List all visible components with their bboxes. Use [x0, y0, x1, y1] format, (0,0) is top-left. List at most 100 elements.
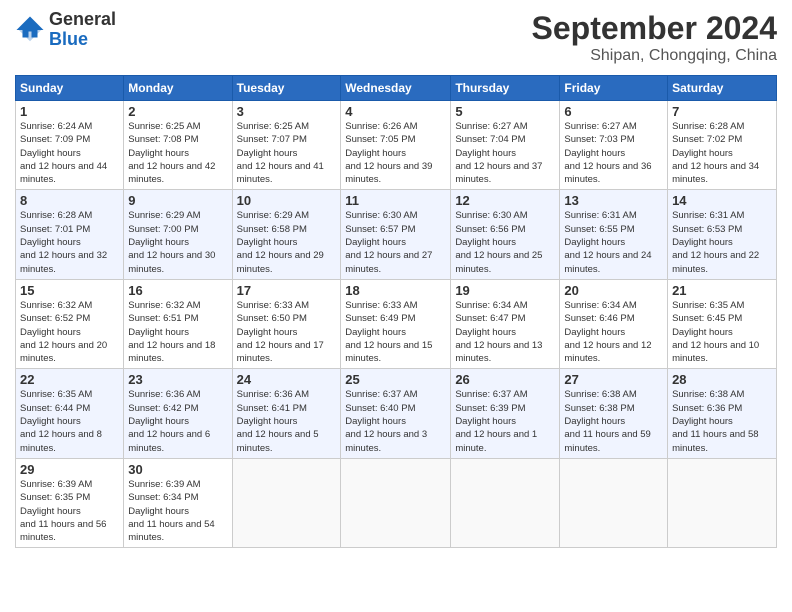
- day-info: Sunrise: 6:25 AM Sunset: 7:08 PM Dayligh…: [128, 120, 227, 186]
- day-number: 27: [564, 372, 663, 387]
- day-info: Sunrise: 6:34 AM Sunset: 6:46 PM Dayligh…: [564, 299, 663, 365]
- day-number: 12: [455, 193, 555, 208]
- day-info: Sunrise: 6:38 AM Sunset: 6:36 PM Dayligh…: [672, 388, 772, 454]
- day-number: 23: [128, 372, 227, 387]
- month-title: September 2024: [532, 10, 777, 47]
- logo-general: General: [49, 10, 116, 30]
- day-info: Sunrise: 6:39 AM Sunset: 6:35 PM Dayligh…: [20, 478, 119, 544]
- header-saturday: Saturday: [668, 76, 777, 101]
- day-number: 5: [455, 104, 555, 119]
- calendar-cell-20: 20 Sunrise: 6:34 AM Sunset: 6:46 PM Dayl…: [560, 279, 668, 368]
- day-info: Sunrise: 6:38 AM Sunset: 6:38 PM Dayligh…: [564, 388, 663, 454]
- day-info: Sunrise: 6:31 AM Sunset: 6:53 PM Dayligh…: [672, 209, 772, 275]
- calendar-cell-1: 1 Sunrise: 6:24 AM Sunset: 7:09 PM Dayli…: [16, 101, 124, 190]
- day-number: 25: [345, 372, 446, 387]
- day-number: 9: [128, 193, 227, 208]
- calendar-week-5: 29 Sunrise: 6:39 AM Sunset: 6:35 PM Dayl…: [16, 458, 777, 547]
- calendar-cell-18: 18 Sunrise: 6:33 AM Sunset: 6:49 PM Dayl…: [341, 279, 451, 368]
- day-info: Sunrise: 6:32 AM Sunset: 6:51 PM Dayligh…: [128, 299, 227, 365]
- day-number: 8: [20, 193, 119, 208]
- day-info: Sunrise: 6:25 AM Sunset: 7:07 PM Dayligh…: [237, 120, 337, 186]
- day-number: 11: [345, 193, 446, 208]
- calendar-cell-2: 2 Sunrise: 6:25 AM Sunset: 7:08 PM Dayli…: [124, 101, 232, 190]
- day-info: Sunrise: 6:32 AM Sunset: 6:52 PM Dayligh…: [20, 299, 119, 365]
- weekday-header-row: Sunday Monday Tuesday Wednesday Thursday…: [16, 76, 777, 101]
- day-info: Sunrise: 6:30 AM Sunset: 6:56 PM Dayligh…: [455, 209, 555, 275]
- day-info: Sunrise: 6:36 AM Sunset: 6:41 PM Dayligh…: [237, 388, 337, 454]
- calendar-week-2: 8 Sunrise: 6:28 AM Sunset: 7:01 PM Dayli…: [16, 190, 777, 279]
- calendar-cell-15: 15 Sunrise: 6:32 AM Sunset: 6:52 PM Dayl…: [16, 279, 124, 368]
- day-number: 18: [345, 283, 446, 298]
- day-info: Sunrise: 6:30 AM Sunset: 6:57 PM Dayligh…: [345, 209, 446, 275]
- day-info: Sunrise: 6:31 AM Sunset: 6:55 PM Dayligh…: [564, 209, 663, 275]
- calendar-week-4: 22 Sunrise: 6:35 AM Sunset: 6:44 PM Dayl…: [16, 369, 777, 458]
- calendar-cell-5: 5 Sunrise: 6:27 AM Sunset: 7:04 PM Dayli…: [451, 101, 560, 190]
- calendar-cell-22: 22 Sunrise: 6:35 AM Sunset: 6:44 PM Dayl…: [16, 369, 124, 458]
- header-friday: Friday: [560, 76, 668, 101]
- day-number: 16: [128, 283, 227, 298]
- header-sunday: Sunday: [16, 76, 124, 101]
- calendar-cell-19: 19 Sunrise: 6:34 AM Sunset: 6:47 PM Dayl…: [451, 279, 560, 368]
- day-number: 19: [455, 283, 555, 298]
- day-info: Sunrise: 6:33 AM Sunset: 6:49 PM Dayligh…: [345, 299, 446, 365]
- calendar-cell-11: 11 Sunrise: 6:30 AM Sunset: 6:57 PM Dayl…: [341, 190, 451, 279]
- header-tuesday: Tuesday: [232, 76, 341, 101]
- day-number: 28: [672, 372, 772, 387]
- title-block: September 2024 Shipan, Chongqing, China: [532, 10, 777, 65]
- calendar-cell-empty-4-6: [668, 458, 777, 547]
- day-number: 13: [564, 193, 663, 208]
- calendar-cell-29: 29 Sunrise: 6:39 AM Sunset: 6:35 PM Dayl…: [16, 458, 124, 547]
- calendar-cell-10: 10 Sunrise: 6:29 AM Sunset: 6:58 PM Dayl…: [232, 190, 341, 279]
- day-info: Sunrise: 6:28 AM Sunset: 7:02 PM Dayligh…: [672, 120, 772, 186]
- calendar-cell-6: 6 Sunrise: 6:27 AM Sunset: 7:03 PM Dayli…: [560, 101, 668, 190]
- day-number: 3: [237, 104, 337, 119]
- calendar-cell-30: 30 Sunrise: 6:39 AM Sunset: 6:34 PM Dayl…: [124, 458, 232, 547]
- calendar-cell-empty-4-5: [560, 458, 668, 547]
- calendar-week-1: 1 Sunrise: 6:24 AM Sunset: 7:09 PM Dayli…: [16, 101, 777, 190]
- calendar-cell-28: 28 Sunrise: 6:38 AM Sunset: 6:36 PM Dayl…: [668, 369, 777, 458]
- logo-text: General Blue: [49, 10, 116, 50]
- main-container: General Blue September 2024 Shipan, Chon…: [0, 0, 792, 558]
- day-number: 10: [237, 193, 337, 208]
- day-info: Sunrise: 6:37 AM Sunset: 6:40 PM Dayligh…: [345, 388, 446, 454]
- calendar-cell-23: 23 Sunrise: 6:36 AM Sunset: 6:42 PM Dayl…: [124, 369, 232, 458]
- day-number: 14: [672, 193, 772, 208]
- day-info: Sunrise: 6:33 AM Sunset: 6:50 PM Dayligh…: [237, 299, 337, 365]
- day-info: Sunrise: 6:29 AM Sunset: 6:58 PM Dayligh…: [237, 209, 337, 275]
- calendar-cell-25: 25 Sunrise: 6:37 AM Sunset: 6:40 PM Dayl…: [341, 369, 451, 458]
- calendar-cell-26: 26 Sunrise: 6:37 AM Sunset: 6:39 PM Dayl…: [451, 369, 560, 458]
- day-info: Sunrise: 6:36 AM Sunset: 6:42 PM Dayligh…: [128, 388, 227, 454]
- day-info: Sunrise: 6:37 AM Sunset: 6:39 PM Dayligh…: [455, 388, 555, 454]
- calendar-cell-17: 17 Sunrise: 6:33 AM Sunset: 6:50 PM Dayl…: [232, 279, 341, 368]
- calendar-cell-24: 24 Sunrise: 6:36 AM Sunset: 6:41 PM Dayl…: [232, 369, 341, 458]
- day-number: 7: [672, 104, 772, 119]
- logo-icon: [15, 15, 45, 45]
- day-number: 30: [128, 462, 227, 477]
- day-info: Sunrise: 6:39 AM Sunset: 6:34 PM Dayligh…: [128, 478, 227, 544]
- day-number: 17: [237, 283, 337, 298]
- day-info: Sunrise: 6:28 AM Sunset: 7:01 PM Dayligh…: [20, 209, 119, 275]
- calendar-cell-3: 3 Sunrise: 6:25 AM Sunset: 7:07 PM Dayli…: [232, 101, 341, 190]
- calendar-cell-9: 9 Sunrise: 6:29 AM Sunset: 7:00 PM Dayli…: [124, 190, 232, 279]
- day-info: Sunrise: 6:35 AM Sunset: 6:45 PM Dayligh…: [672, 299, 772, 365]
- day-number: 4: [345, 104, 446, 119]
- day-info: Sunrise: 6:26 AM Sunset: 7:05 PM Dayligh…: [345, 120, 446, 186]
- day-number: 22: [20, 372, 119, 387]
- calendar-cell-16: 16 Sunrise: 6:32 AM Sunset: 6:51 PM Dayl…: [124, 279, 232, 368]
- day-number: 1: [20, 104, 119, 119]
- header-monday: Monday: [124, 76, 232, 101]
- calendar-cell-8: 8 Sunrise: 6:28 AM Sunset: 7:01 PM Dayli…: [16, 190, 124, 279]
- logo-blue: Blue: [49, 30, 116, 50]
- calendar-table: Sunday Monday Tuesday Wednesday Thursday…: [15, 75, 777, 548]
- header-wednesday: Wednesday: [341, 76, 451, 101]
- day-info: Sunrise: 6:29 AM Sunset: 7:00 PM Dayligh…: [128, 209, 227, 275]
- calendar-cell-13: 13 Sunrise: 6:31 AM Sunset: 6:55 PM Dayl…: [560, 190, 668, 279]
- day-info: Sunrise: 6:35 AM Sunset: 6:44 PM Dayligh…: [20, 388, 119, 454]
- day-number: 26: [455, 372, 555, 387]
- day-number: 15: [20, 283, 119, 298]
- calendar-body: 1 Sunrise: 6:24 AM Sunset: 7:09 PM Dayli…: [16, 101, 777, 548]
- calendar-cell-empty-4-2: [232, 458, 341, 547]
- day-number: 24: [237, 372, 337, 387]
- location-title: Shipan, Chongqing, China: [532, 47, 777, 65]
- day-info: Sunrise: 6:27 AM Sunset: 7:04 PM Dayligh…: [455, 120, 555, 186]
